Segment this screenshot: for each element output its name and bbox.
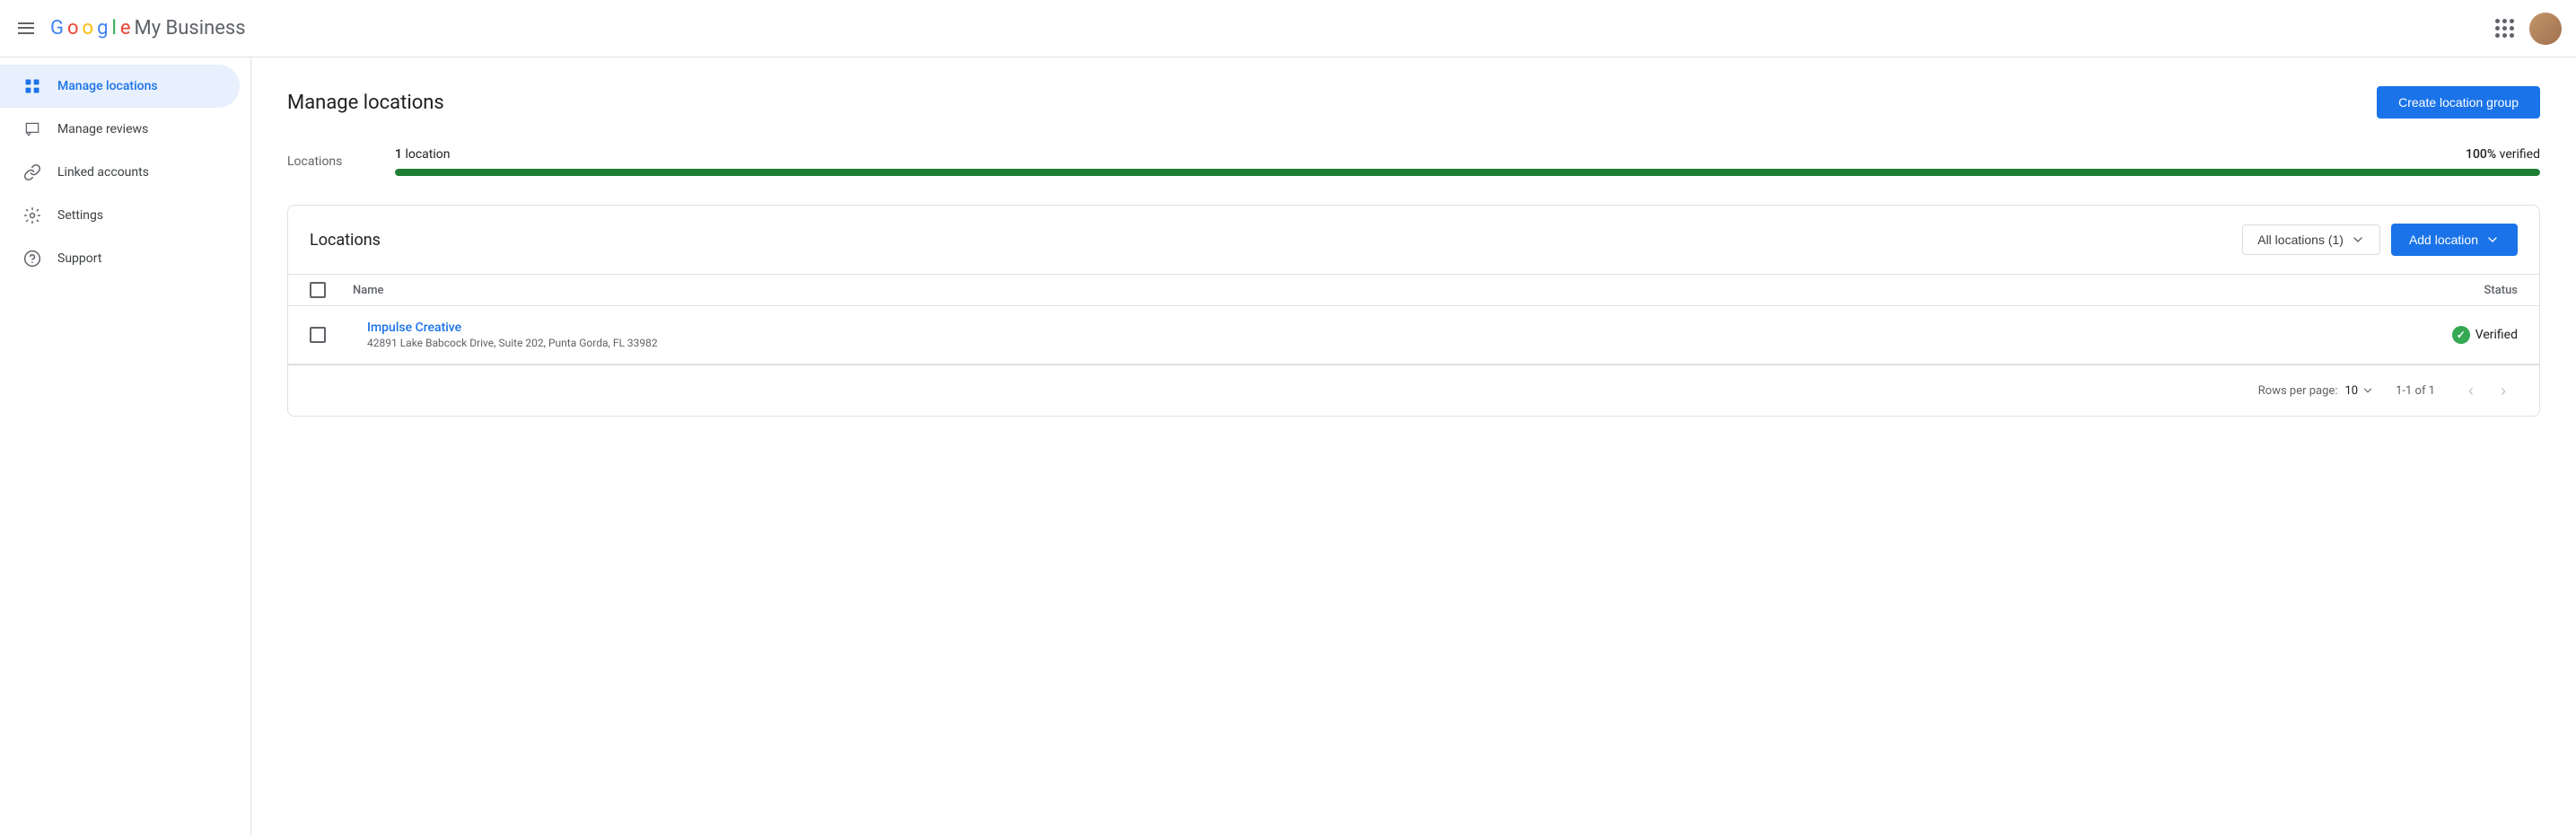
page-header: Manage locations Create location group bbox=[287, 86, 2540, 119]
sidebar-settings-label: Settings bbox=[57, 208, 103, 223]
locations-card-actions: All locations (1) Add location bbox=[2242, 224, 2518, 256]
comment-icon bbox=[22, 119, 43, 140]
all-locations-filter-button[interactable]: All locations (1) bbox=[2242, 224, 2380, 255]
create-location-group-button[interactable]: Create location group bbox=[2377, 86, 2540, 119]
verified-pct: 100% verified bbox=[2466, 147, 2540, 162]
sidebar-item-linked-accounts[interactable]: Linked accounts bbox=[0, 151, 240, 194]
header-left: Google My Business bbox=[14, 17, 246, 40]
chevron-down-icon-add bbox=[2485, 233, 2500, 247]
col-status-header: Status bbox=[2356, 284, 2518, 297]
sidebar-item-settings[interactable]: Settings bbox=[0, 194, 240, 237]
stats-row-label: Locations bbox=[287, 154, 359, 169]
table-header: Name Status bbox=[288, 274, 2539, 306]
link-icon bbox=[22, 162, 43, 183]
rows-per-page-value: 10 bbox=[2344, 384, 2358, 398]
chevron-down-rows-icon bbox=[2361, 384, 2374, 397]
logo-product-name: My Business bbox=[134, 17, 245, 40]
table-footer: Rows per page: 10 1-1 of 1 ‹ › bbox=[288, 365, 2539, 416]
app-logo: Google My Business bbox=[50, 17, 246, 40]
google-apps-icon bbox=[2495, 19, 2514, 38]
pagination-info: 1-1 of 1 bbox=[2396, 384, 2435, 398]
chevron-down-icon bbox=[2351, 233, 2365, 247]
locations-card-title: Locations bbox=[310, 231, 381, 250]
app-header: Google My Business bbox=[0, 0, 2576, 57]
logo-letter-l: l bbox=[111, 17, 116, 40]
logo-letter-e: e bbox=[120, 17, 131, 40]
location-name[interactable]: Impulse Creative bbox=[367, 321, 2356, 335]
locations-card: Locations All locations (1) Add location bbox=[287, 205, 2540, 417]
logo-letter-g: G bbox=[50, 17, 64, 40]
sidebar-item-manage-reviews[interactable]: Manage reviews bbox=[0, 108, 240, 151]
sidebar-manage-reviews-label: Manage reviews bbox=[57, 122, 148, 136]
rows-per-page-label: Rows per page: bbox=[2258, 384, 2338, 398]
sidebar-linked-accounts-label: Linked accounts bbox=[57, 165, 149, 180]
col-name-header: Name bbox=[353, 284, 2356, 297]
verified-label: Verified bbox=[2475, 328, 2518, 342]
gear-icon bbox=[22, 205, 43, 226]
location-status: ✓ Verified bbox=[2356, 326, 2518, 344]
table-row: Impulse Creative 42891 Lake Babcock Driv… bbox=[288, 306, 2539, 365]
add-location-button[interactable]: Add location bbox=[2391, 224, 2518, 256]
pagination-buttons: ‹ › bbox=[2457, 376, 2518, 405]
prev-page-button[interactable]: ‹ bbox=[2457, 376, 2485, 405]
verified-progress-fill bbox=[395, 169, 2540, 176]
google-apps-button[interactable] bbox=[2486, 11, 2522, 47]
page-title: Manage locations bbox=[287, 92, 444, 114]
verified-progress-bar bbox=[395, 169, 2540, 176]
app-layout: Manage locations Manage reviews Linked a… bbox=[0, 57, 2576, 835]
select-all-col bbox=[310, 282, 353, 298]
add-location-label: Add location bbox=[2409, 233, 2478, 247]
sidebar: Manage locations Manage reviews Linked a… bbox=[0, 57, 251, 835]
row-checkbox[interactable] bbox=[310, 327, 326, 343]
logo-letter-o1: o bbox=[67, 17, 79, 40]
sidebar-manage-locations-label: Manage locations bbox=[57, 79, 158, 93]
header-right bbox=[2486, 11, 2562, 47]
user-avatar[interactable] bbox=[2529, 13, 2562, 45]
main-content: Manage locations Create location group L… bbox=[251, 57, 2576, 835]
grid-list-icon bbox=[22, 75, 43, 97]
next-page-button[interactable]: › bbox=[2489, 376, 2518, 405]
help-circle-icon bbox=[22, 248, 43, 269]
logo-letter-o2: o bbox=[83, 17, 94, 40]
sidebar-support-label: Support bbox=[57, 251, 101, 266]
location-address: 42891 Lake Babcock Drive, Suite 202, Pun… bbox=[367, 337, 2356, 349]
sidebar-item-support[interactable]: Support bbox=[0, 237, 240, 280]
location-info: Impulse Creative 42891 Lake Babcock Driv… bbox=[367, 321, 2356, 349]
rows-per-page-selector[interactable]: 10 bbox=[2344, 384, 2374, 398]
verified-checkmark-icon: ✓ bbox=[2452, 326, 2470, 344]
stats-row: Locations 1 location 100% verified bbox=[287, 147, 2540, 176]
stats-info: 1 location 100% verified bbox=[395, 147, 2540, 176]
locations-card-header: Locations All locations (1) Add location bbox=[288, 206, 2539, 274]
avatar-image bbox=[2529, 13, 2562, 45]
rows-per-page: Rows per page: 10 bbox=[2258, 384, 2374, 398]
sidebar-item-manage-locations[interactable]: Manage locations bbox=[0, 65, 240, 108]
hamburger-menu-button[interactable] bbox=[14, 18, 36, 40]
stats-numbers: 1 location 100% verified bbox=[395, 147, 2540, 162]
row-checkbox-col bbox=[310, 327, 353, 343]
logo-letter-g2: g bbox=[97, 17, 108, 40]
all-locations-filter-label: All locations (1) bbox=[2257, 233, 2344, 247]
select-all-checkbox[interactable] bbox=[310, 282, 326, 298]
location-count: 1 location bbox=[395, 147, 451, 162]
